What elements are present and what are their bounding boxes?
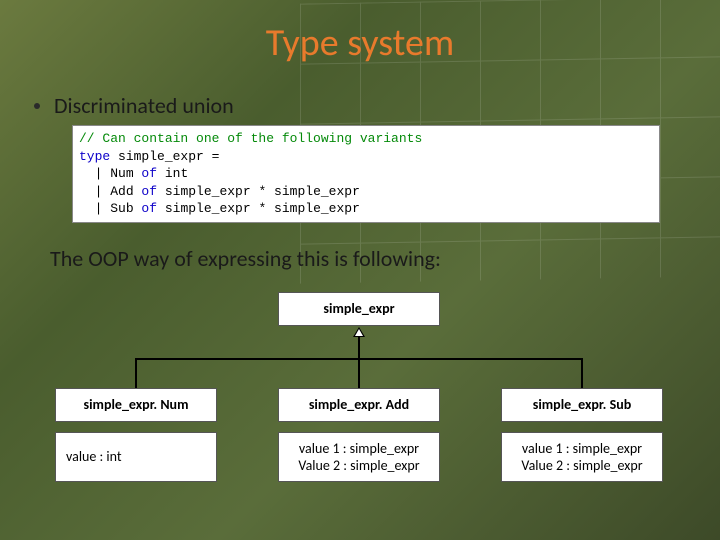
box-sub-body: value 1 : simple_expr Value 2 : simple_e… <box>501 432 663 482</box>
box-num-title: simple_expr. Num <box>55 388 217 422</box>
body-sentence: The OOP way of expressing this is follow… <box>50 245 720 272</box>
box-num-body: value : int <box>55 432 217 482</box>
bullet-icon <box>34 103 40 109</box>
code-keyword-type: type <box>79 149 110 164</box>
box-root: simple_expr <box>278 292 440 326</box>
bullet-item: Discriminated union <box>34 92 720 119</box>
code-pipe: | <box>79 166 110 181</box>
code-pipe: | <box>79 201 110 216</box>
code-ctor-sub: Sub <box>110 201 133 216</box>
code-keyword-of: of <box>134 201 165 216</box>
box-sub-title: simple_expr. Sub <box>501 388 663 422</box>
connector-line <box>358 337 360 359</box>
box-add-body: value 1 : simple_expr Value 2 : simple_e… <box>278 432 440 482</box>
code-ctor-num: Num <box>110 166 133 181</box>
inheritance-arrow-icon <box>353 327 365 337</box>
code-ctor-add: Add <box>110 184 133 199</box>
code-block: // Can contain one of the following vari… <box>72 125 660 223</box>
code-comment: // Can contain one of the following vari… <box>79 131 422 146</box>
code-keyword-of: of <box>134 184 165 199</box>
code-pipe: | <box>79 184 110 199</box>
code-typename: simple_expr = <box>110 149 219 164</box>
box-add-title: simple_expr. Add <box>278 388 440 422</box>
connector-line <box>358 358 360 388</box>
code-type-int: int <box>165 166 188 181</box>
slide: Type system Discriminated union // Can c… <box>0 0 720 540</box>
code-type-addargs: simple_expr * simple_expr <box>165 184 360 199</box>
class-diagram: simple_expr simple_expr. Num value : int… <box>40 292 680 502</box>
connector-line <box>135 358 137 388</box>
code-keyword-of: of <box>134 166 165 181</box>
slide-title: Type system <box>0 0 720 66</box>
bullet-text: Discriminated union <box>54 92 234 119</box>
connector-line <box>581 358 583 388</box>
code-type-subargs: simple_expr * simple_expr <box>165 201 360 216</box>
